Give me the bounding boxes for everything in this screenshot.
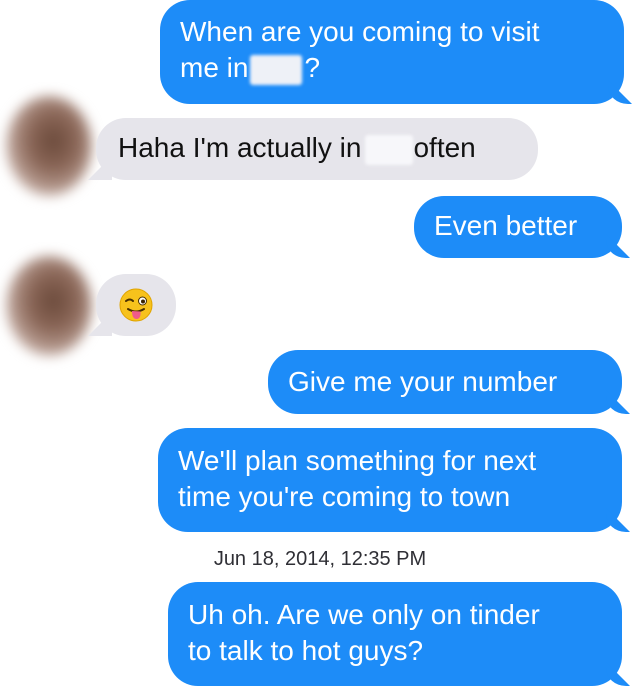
incoming-message-bubble[interactable] xyxy=(96,274,176,336)
message-line: Uh oh. Are we only on tinder xyxy=(188,599,540,630)
conversation-thread: When are you coming to visit me in? Haha… xyxy=(0,0,640,692)
outgoing-message-bubble[interactable]: When are you coming to visit me in? xyxy=(160,0,624,104)
message-line: We'll plan something for next xyxy=(178,445,537,476)
message-line: to talk to hot guys? xyxy=(188,635,424,666)
outgoing-message-bubble[interactable]: Even better xyxy=(414,196,622,258)
message-text: often xyxy=(413,132,476,163)
message-text: me in xyxy=(180,52,249,83)
message-text: Give me your number xyxy=(288,366,558,397)
message-text: ? xyxy=(304,52,321,83)
redacted-location xyxy=(250,54,303,85)
timestamp: Jun 18, 2014, 12:35 PM xyxy=(213,548,427,570)
outgoing-message-bubble[interactable]: We'll plan something for next time you'r… xyxy=(158,428,622,532)
contact-avatar[interactable] xyxy=(6,256,92,356)
outgoing-message-bubble[interactable]: Give me your number xyxy=(268,350,622,414)
message-text: Even better xyxy=(434,210,578,241)
incoming-message-bubble[interactable]: Haha I'm actually in often xyxy=(96,118,538,180)
redacted-location xyxy=(365,134,414,165)
contact-avatar[interactable] xyxy=(6,96,92,196)
message-text: Haha I'm actually in xyxy=(118,132,362,163)
winking-face-with-tongue-icon xyxy=(119,288,153,322)
message-line: When are you coming to visit xyxy=(180,16,540,47)
outgoing-message-bubble[interactable]: Uh oh. Are we only on tinder to talk to … xyxy=(168,582,622,686)
message-line: me in? xyxy=(180,50,604,86)
message-line: time you're coming to town xyxy=(178,481,511,512)
